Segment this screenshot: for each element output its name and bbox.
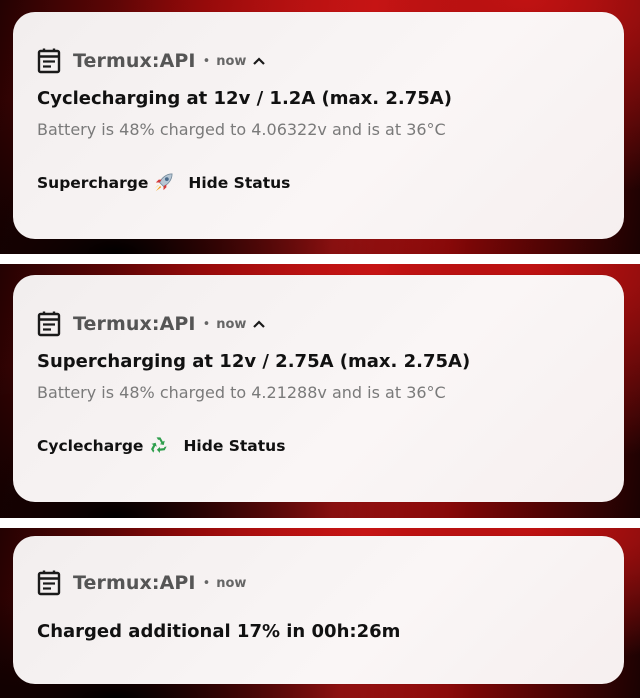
app-name: Termux:API (73, 572, 196, 594)
separator-dot: • (202, 316, 211, 332)
rocket-icon (155, 173, 173, 192)
notification-card[interactable]: Termux:API • now Cyclecharging at 12v / … (13, 12, 624, 239)
recycle-icon (151, 437, 168, 453)
app-name: Termux:API (73, 313, 196, 335)
notification-time: now (216, 316, 247, 332)
notification-actions: Cyclecharge Hide Status (37, 435, 285, 456)
cyclecharge-button[interactable]: Cyclecharge (37, 435, 169, 456)
calendar-note-icon (37, 311, 61, 337)
notification-actions: Supercharge Hide Status (37, 172, 290, 193)
notification-title: Supercharging at 12v / 2.75A (max. 2.75A… (37, 351, 471, 372)
chevron-up-icon[interactable] (252, 319, 266, 329)
separator-dot: • (202, 575, 211, 591)
hide-status-button[interactable]: Hide Status (183, 437, 285, 455)
notification-card[interactable]: Termux:API • now Supercharging at 12v / … (13, 275, 624, 502)
notification-header: Termux:API • now (37, 310, 266, 338)
notification-strip-3: Termux:API • now Charged additional 17% … (0, 528, 640, 698)
notification-time: now (216, 53, 247, 69)
notification-strip-1: Termux:API • now Cyclecharging at 12v / … (0, 0, 640, 254)
action-label: Supercharge (37, 173, 149, 192)
notification-title: Charged additional 17% in 00h:26m (37, 621, 401, 642)
hide-status-button[interactable]: Hide Status (188, 174, 290, 192)
action-label: Hide Status (188, 173, 291, 192)
notification-body: Battery is 48% charged to 4.06322v and i… (37, 120, 446, 139)
calendar-note-icon (37, 48, 61, 74)
app-name: Termux:API (73, 50, 196, 72)
supercharge-button[interactable]: Supercharge (37, 172, 174, 193)
notification-body: Battery is 48% charged to 4.21288v and i… (37, 383, 446, 402)
notification-time: now (216, 575, 247, 591)
notification-header: Termux:API • now (37, 569, 246, 597)
notification-title: Cyclecharging at 12v / 1.2A (max. 2.75A) (37, 88, 452, 109)
notification-header: Termux:API • now (37, 47, 266, 75)
notification-card[interactable]: Termux:API • now Charged additional 17% … (13, 536, 624, 684)
notification-strip-2: Termux:API • now Supercharging at 12v / … (0, 264, 640, 518)
action-label: Hide Status (183, 436, 286, 455)
action-label: Cyclecharge (37, 436, 144, 455)
separator-dot: • (202, 53, 211, 69)
calendar-note-icon (37, 570, 61, 596)
chevron-up-icon[interactable] (252, 56, 266, 66)
